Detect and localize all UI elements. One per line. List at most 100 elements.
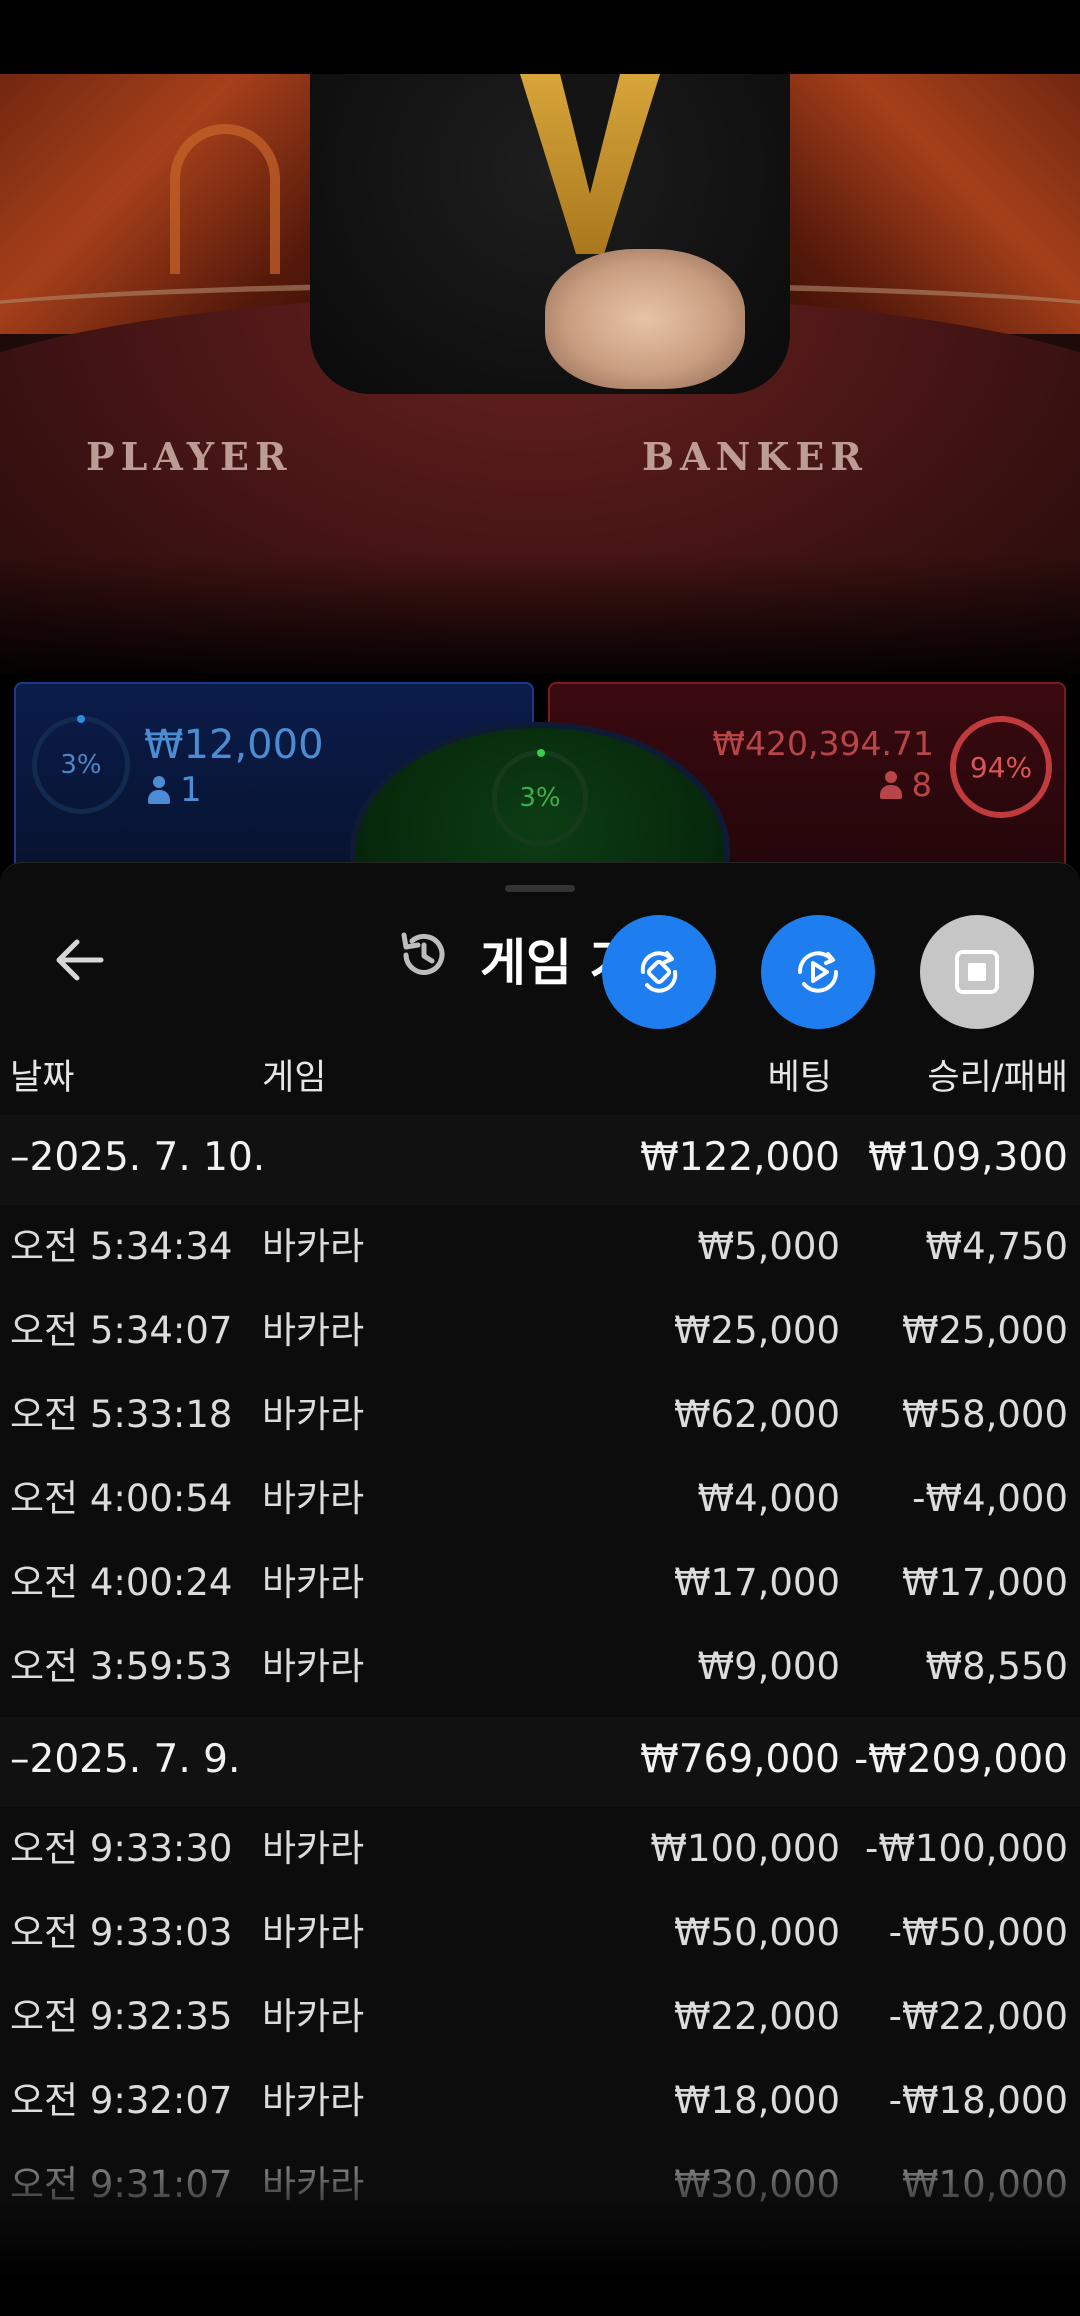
row-bet: ₩17,000 [673, 1561, 840, 1604]
row-bet: ₩30,000 [673, 2163, 840, 2206]
player-bettor-count: 1 [148, 770, 202, 810]
history-list: –2025. 7. 10. ₩122,000 ₩109,300 오전 5:34:… [0, 1115, 1080, 2227]
row-bet: ₩100,000 [650, 1827, 840, 1870]
video-fade [0, 554, 1080, 674]
row-game: 바카라 [262, 2163, 365, 2206]
row-game: 바카라 [262, 1911, 365, 1954]
row-game: 바카라 [262, 1561, 365, 1604]
dealer-hands [545, 249, 745, 389]
row-winloss: ₩17,000 [901, 1561, 1068, 1604]
row-time: 오전 9:32:07 [10, 2079, 233, 2122]
table-row[interactable]: 오전 3:59:53 바카라 ₩9,000 ₩8,550 [0, 1625, 1080, 1709]
row-time: 오전 5:34:07 [10, 1309, 233, 1352]
person-icon [148, 776, 170, 804]
row-time: 오전 5:33:18 [10, 1393, 233, 1436]
table-row[interactable]: 오전 9:32:35 바카라 ₩22,000 -₩22,000 [0, 1975, 1080, 2059]
group-win-total: -₩209,000 [854, 1737, 1068, 1782]
row-bet: ₩18,000 [673, 2079, 840, 2122]
banker-count-value: 8 [911, 766, 932, 804]
rotate-screen-button[interactable] [602, 915, 716, 1029]
player-percent-ring: 3% [32, 715, 130, 814]
row-bet: ₩25,000 [673, 1309, 840, 1352]
table-row[interactable]: 오전 4:00:54 바카라 ₩4,000 -₩4,000 [0, 1457, 1080, 1541]
banker-bet-amount: ₩420,394.71 [712, 724, 934, 763]
row-game: 바카라 [262, 1477, 365, 1520]
banker-percent-ring: 94% [950, 716, 1052, 818]
back-arrow-icon [56, 939, 104, 981]
row-winloss: -₩18,000 [888, 2079, 1068, 2122]
replay-button[interactable] [761, 915, 875, 1029]
group-win-total: ₩109,300 [868, 1135, 1068, 1180]
row-winloss: ₩8,550 [925, 1645, 1068, 1688]
banker-percent: 94% [969, 750, 1033, 784]
tie-percent: 3% [519, 783, 561, 813]
player-count-value: 1 [180, 770, 202, 810]
row-time: 오전 5:34:34 [10, 1225, 233, 1268]
table-row[interactable]: 오전 9:33:30 바카라 ₩100,000 -₩100,000 [0, 1807, 1080, 1891]
column-header-bet: 베팅 [767, 1058, 832, 1098]
row-winloss: ₩58,000 [901, 1393, 1068, 1436]
stop-button[interactable] [920, 915, 1034, 1029]
banker-bettor-count: 8 [879, 766, 932, 804]
row-game: 바카라 [262, 1393, 365, 1436]
group-bet-total: ₩769,000 [640, 1737, 840, 1782]
table-row[interactable]: 오전 5:33:18 바카라 ₩62,000 ₩58,000 [0, 1373, 1080, 1457]
column-header-date: 날짜 [10, 1058, 75, 1098]
table-row[interactable]: 오전 4:00:24 바카라 ₩17,000 ₩17,000 [0, 1541, 1080, 1625]
row-time: 오전 9:33:30 [10, 1827, 233, 1870]
player-table-label: PLAYER [86, 434, 293, 479]
row-winloss: -₩4,000 [912, 1477, 1068, 1520]
live-video: PLAYER BANKER [0, 74, 1080, 674]
replay-icon [797, 951, 839, 993]
back-button[interactable] [44, 925, 114, 995]
column-header-game: 게임 [262, 1058, 327, 1098]
stop-icon [955, 950, 999, 994]
status-bar [0, 0, 1080, 74]
person-icon [879, 771, 902, 799]
row-winloss: -₩100,000 [865, 1827, 1068, 1870]
bet-panels: 3% ₩12,000 1 3% ₩420,394.71 8 94% [0, 674, 1080, 864]
background-arch [170, 124, 280, 274]
table-row[interactable]: 오전 9:31:07 바카라 ₩30,000 ₩10,000 [0, 2143, 1080, 2227]
row-bet: ₩50,000 [673, 1911, 840, 1954]
row-bet: ₩22,000 [673, 1995, 840, 2038]
row-winloss: ₩4,750 [925, 1225, 1068, 1268]
row-winloss: -₩50,000 [888, 1911, 1068, 1954]
row-bet: ₩62,000 [673, 1393, 840, 1436]
row-game: 바카라 [262, 1225, 365, 1268]
row-time: 오전 9:33:03 [10, 1911, 233, 1954]
row-time: 오전 9:32:35 [10, 1995, 233, 2038]
row-bet: ₩4,000 [697, 1477, 840, 1520]
row-winloss: ₩25,000 [901, 1309, 1068, 1352]
date-group-header[interactable]: –2025. 7. 10. ₩122,000 ₩109,300 [0, 1115, 1080, 1205]
row-time: 오전 9:31:07 [10, 2163, 233, 2206]
banker-table-label: BANKER [642, 434, 868, 479]
row-game: 바카라 [262, 1645, 365, 1688]
table-row[interactable]: 오전 5:34:34 바카라 ₩5,000 ₩4,750 [0, 1205, 1080, 1289]
row-game: 바카라 [262, 2079, 365, 2122]
row-time: 오전 4:00:54 [10, 1477, 233, 1520]
group-date: –2025. 7. 10. [10, 1135, 266, 1180]
history-icon [401, 932, 445, 975]
row-winloss: ₩10,000 [901, 2163, 1068, 2206]
row-winloss: -₩22,000 [888, 1995, 1068, 2038]
group-date: –2025. 7. 9. [10, 1737, 241, 1782]
player-percent: 3% [60, 750, 102, 780]
table-row[interactable]: 오전 9:33:03 바카라 ₩50,000 -₩50,000 [0, 1891, 1080, 1975]
table-row[interactable]: 오전 5:34:07 바카라 ₩25,000 ₩25,000 [0, 1289, 1080, 1373]
row-bet: ₩5,000 [697, 1225, 840, 1268]
row-time: 오전 4:00:24 [10, 1561, 233, 1604]
row-bet: ₩9,000 [697, 1645, 840, 1688]
game-history-sheet: 게임 기록 날짜 게임 베팅 승리/패배 –2025. 7. 10. ₩122,… [0, 862, 1080, 2316]
player-bet-amount: ₩12,000 [144, 722, 324, 768]
table-row[interactable]: 오전 9:32:07 바카라 ₩18,000 -₩18,000 [0, 2059, 1080, 2143]
date-group-header[interactable]: –2025. 7. 9. ₩769,000 -₩209,000 [0, 1717, 1080, 1807]
row-game: 바카라 [262, 1995, 365, 2038]
drag-handle[interactable] [505, 885, 575, 892]
group-bet-total: ₩122,000 [640, 1135, 840, 1180]
column-header-winloss: 승리/패배 [927, 1058, 1068, 1098]
row-game: 바카라 [262, 1309, 365, 1352]
row-time: 오전 3:59:53 [10, 1645, 233, 1688]
rotate-icon [640, 951, 678, 993]
tie-percent-ring: 3% [492, 749, 588, 846]
